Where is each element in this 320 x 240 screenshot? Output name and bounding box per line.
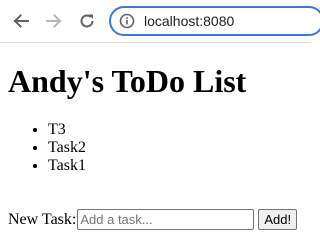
address-bar-url: localhost:8080 — [144, 13, 235, 29]
reload-button[interactable] — [77, 11, 97, 31]
address-bar[interactable]: localhost:8080 — [109, 6, 320, 36]
back-button[interactable] — [11, 11, 31, 31]
arrow-right-icon — [46, 14, 62, 28]
info-circle-icon[interactable] — [119, 13, 135, 29]
arrow-left-icon — [13, 14, 29, 28]
list-item: T3 — [48, 121, 86, 139]
reload-icon — [80, 14, 94, 28]
new-task-label: New Task: — [8, 210, 77, 228]
list-item: Task1 — [48, 157, 86, 175]
browser-toolbar: localhost:8080 — [0, 0, 320, 43]
add-task-button[interactable]: Add! — [258, 209, 298, 230]
page-content: Andy's ToDo List T3 Task2 Task1 New Task… — [0, 43, 311, 240]
page-title: Andy's ToDo List — [8, 63, 247, 99]
task-list: T3 Task2 Task1 — [8, 121, 86, 175]
forward-button[interactable] — [44, 11, 64, 31]
new-task-form: New Task: Add! — [8, 209, 298, 230]
list-item: Task2 — [48, 139, 86, 157]
new-task-input[interactable] — [77, 209, 255, 230]
